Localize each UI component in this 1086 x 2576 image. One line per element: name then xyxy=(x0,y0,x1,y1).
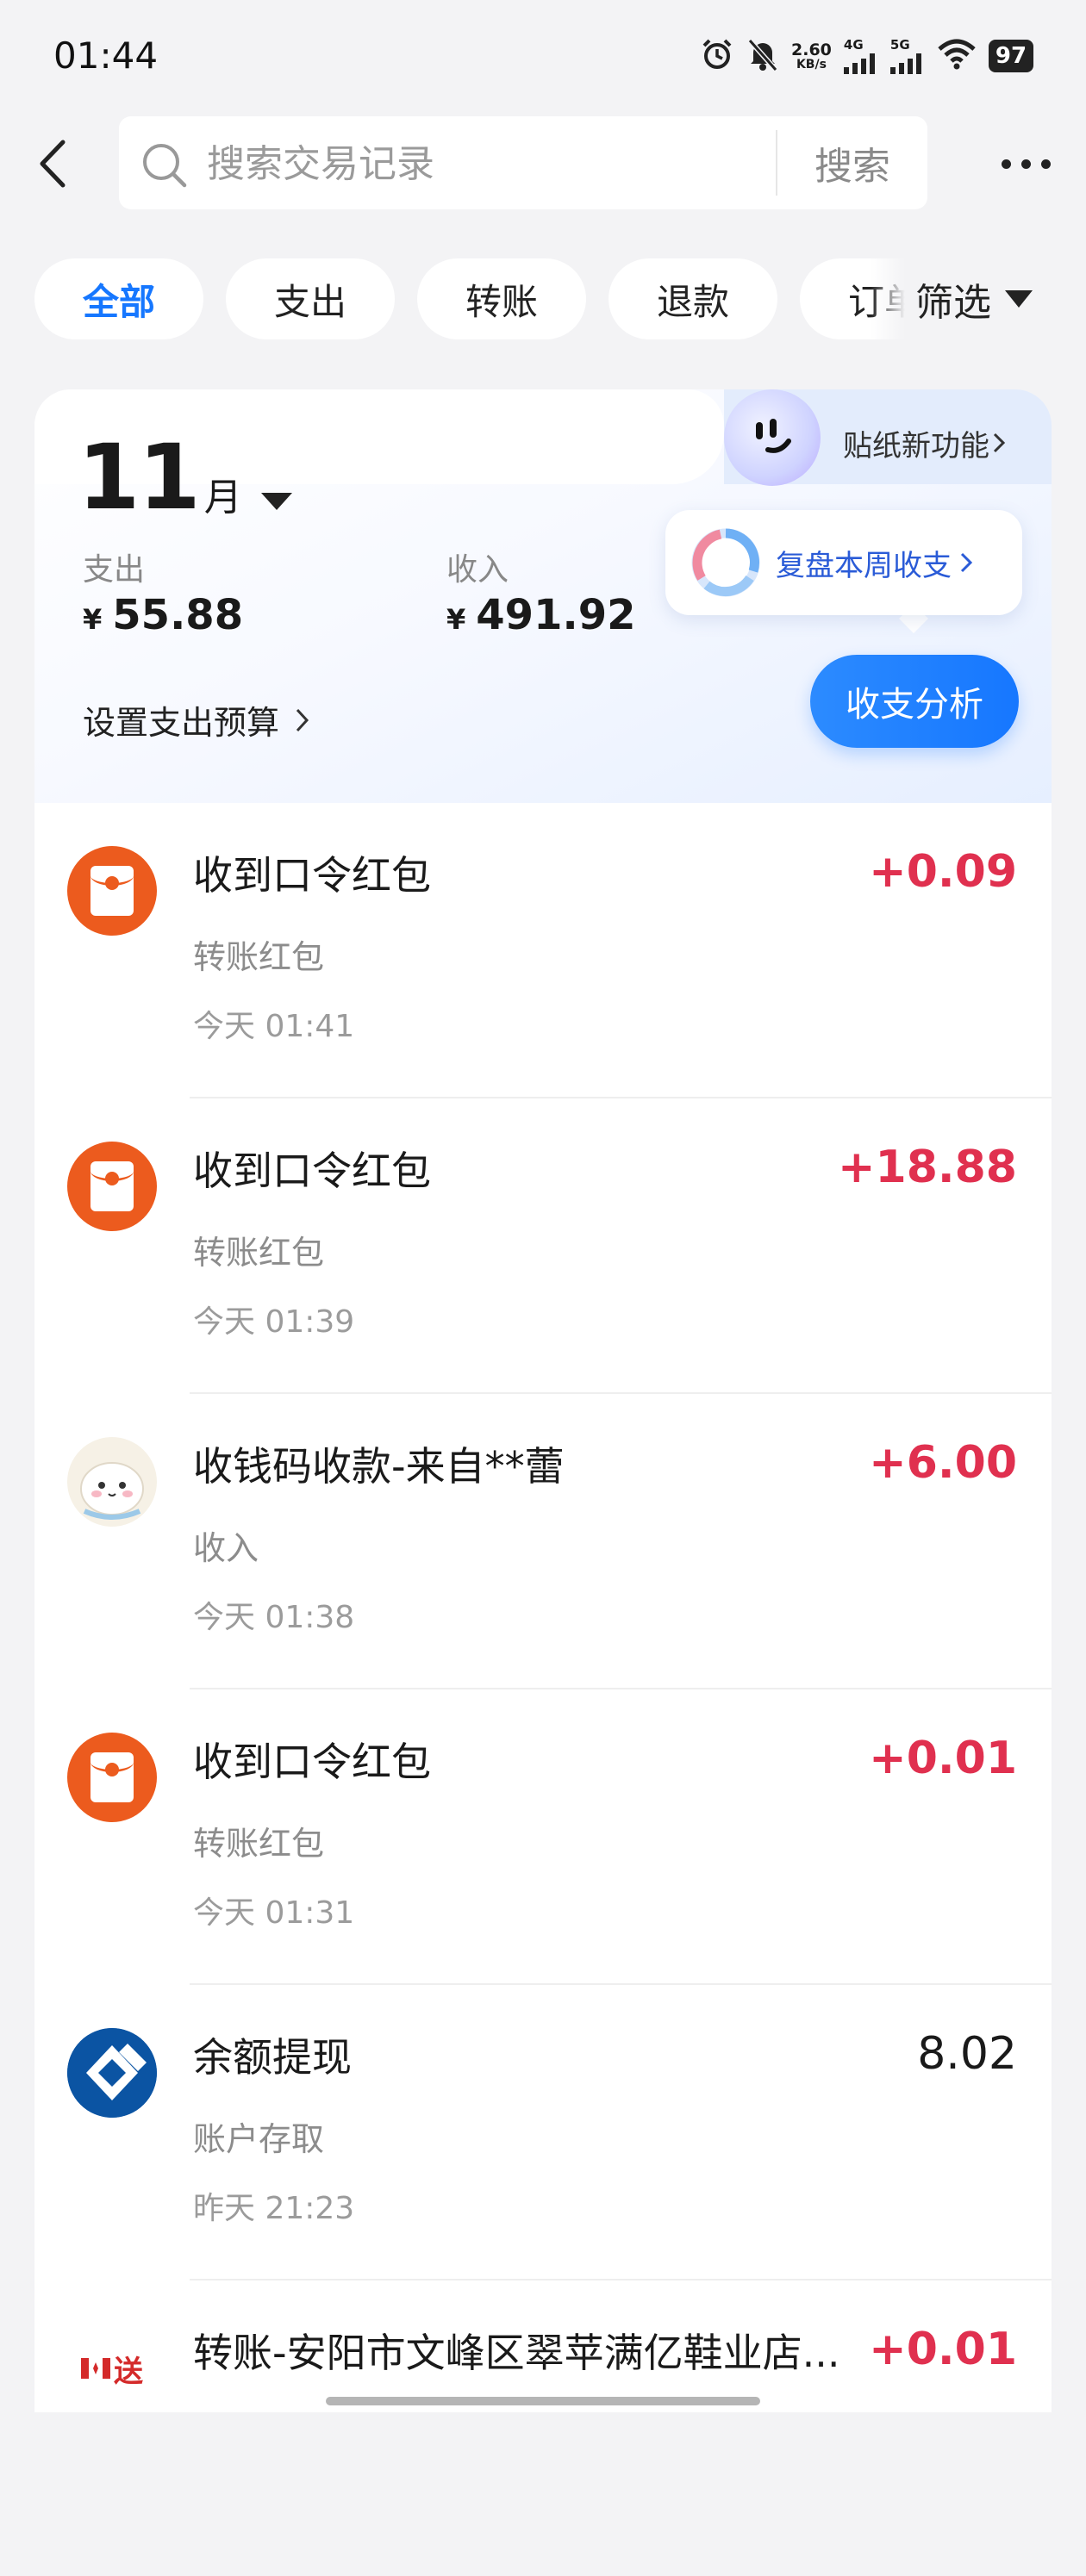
chevron-right-icon xyxy=(960,552,973,573)
more-options-button[interactable] xyxy=(991,138,1060,190)
transaction-category: 转账红包 xyxy=(193,1825,325,1863)
transaction-item[interactable]: 收钱码收款-来自**蕾 收入 今天 01:38 +6.00 xyxy=(34,1394,1052,1689)
search-input[interactable] xyxy=(205,137,726,190)
back-arrow-icon xyxy=(40,140,66,188)
review-text: 复盘本周收支 xyxy=(776,542,974,584)
mute-bell-icon xyxy=(746,37,779,75)
merchant-badge: 送 xyxy=(81,2348,143,2390)
transaction-time: 今天 01:31 xyxy=(193,1895,355,1931)
set-budget-link[interactable]: 设置支出预算 xyxy=(83,696,312,744)
transaction-category: 收入 xyxy=(193,1529,259,1567)
month-selector[interactable]: 11 月 xyxy=(78,432,292,522)
transaction-title: 转账-安阳市文峰区翠苹满亿鞋业店... xyxy=(193,2330,840,2376)
transaction-category: 转账红包 xyxy=(193,938,325,976)
signal-4g-icon: 4G xyxy=(843,38,878,74)
tab-refund[interactable]: 退款 xyxy=(609,258,777,339)
wifi-icon xyxy=(937,39,977,73)
sticker-label: 贴纸新功能 xyxy=(843,428,989,464)
transaction-list: 收到口令红包 转账红包 今天 01:41 +0.09 收到口令红包 转账红包 今… xyxy=(34,803,1052,2412)
weekly-review-bubble[interactable]: 复盘本周收支 xyxy=(665,510,1022,615)
transaction-category: 账户存取 xyxy=(193,2120,325,2158)
caret-down-icon xyxy=(260,493,292,510)
budget-label: 设置支出预算 xyxy=(83,704,280,742)
transaction-item[interactable]: 送 转账-安阳市文峰区翠苹满亿鞋业店... +0.01 xyxy=(34,2280,1052,2576)
tab-all[interactable]: 全部 xyxy=(34,258,203,339)
alarm-icon xyxy=(700,37,734,75)
transaction-title: 余额提现 xyxy=(193,2034,352,2081)
red-packet-icon xyxy=(67,1733,157,1822)
transaction-title: 收到口令红包 xyxy=(193,1739,431,1785)
transaction-item[interactable]: 收到口令红包 转账红包 今天 01:39 +18.88 xyxy=(34,1098,1052,1394)
month-unit: 月 xyxy=(203,476,242,520)
transaction-amount: 8.02 xyxy=(917,2028,1017,2080)
income-amount: ¥491.92 xyxy=(446,591,636,639)
red-packet-icon xyxy=(67,1142,157,1231)
transaction-time: 今天 01:38 xyxy=(193,1600,355,1635)
status-bar: 01:44 2.60 KB/s 4G 5G 97 xyxy=(0,0,1086,112)
bank-icon xyxy=(67,2028,157,2118)
tab-transfer[interactable]: 转账 xyxy=(417,258,586,339)
income-label: 收入 xyxy=(446,552,509,588)
transaction-amount: +0.01 xyxy=(869,2324,1017,2375)
transaction-amount: +6.00 xyxy=(869,1437,1017,1489)
tab-expense[interactable]: 支出 xyxy=(226,258,395,339)
sticker-face-icon[interactable] xyxy=(724,389,821,486)
transaction-title: 收到口令红包 xyxy=(193,852,431,899)
search-icon xyxy=(140,140,190,194)
chevron-right-icon xyxy=(993,432,1006,453)
transaction-item[interactable]: 余额提现 账户存取 昨天 21:23 8.02 xyxy=(34,1985,1052,2280)
chevron-right-icon xyxy=(296,708,309,731)
transaction-item[interactable]: 收到口令红包 转账红包 今天 01:41 +0.09 xyxy=(34,803,1052,1098)
month-number: 11 xyxy=(78,425,201,530)
transaction-category: 转账红包 xyxy=(193,1234,325,1272)
caret-down-icon xyxy=(1005,290,1033,308)
filter-label: 筛选 xyxy=(915,281,991,325)
signal-5g-icon: 5G xyxy=(889,38,925,74)
review-label: 复盘本周收支 xyxy=(776,548,952,583)
income-expense-analysis-button[interactable]: 收支分析 xyxy=(810,655,1019,748)
status-time: 01:44 xyxy=(53,34,159,77)
search-button[interactable]: 搜索 xyxy=(777,116,927,209)
battery-indicator: 97 xyxy=(988,40,1034,72)
transaction-amount: +18.88 xyxy=(837,1142,1017,1193)
search-bar: 搜索 xyxy=(119,116,927,209)
merchant-icon: 送 xyxy=(67,2324,157,2413)
red-packet-icon xyxy=(67,846,157,936)
transaction-time: 昨天 21:23 xyxy=(193,2191,355,2226)
sticker-feature-link[interactable]: 贴纸新功能 xyxy=(843,408,1008,477)
transaction-amount: +0.01 xyxy=(869,1733,1017,1784)
status-icons: 2.60 KB/s 4G 5G 97 xyxy=(700,34,1034,78)
transaction-title: 收到口令红包 xyxy=(193,1148,431,1194)
transaction-item[interactable]: 收到口令红包 转账红包 今天 01:31 +0.01 xyxy=(34,1689,1052,1985)
filter-tabs: 全部 支出 转账 退款 订单 筛选 xyxy=(0,258,1086,341)
back-button[interactable] xyxy=(24,129,79,198)
transaction-time: 今天 01:39 xyxy=(193,1304,355,1340)
user-avatar-icon xyxy=(67,1437,157,1527)
summary-card: 贴纸新功能 11 月 支出 ¥55.88 收入 ¥491.92 设置支出预算 复… xyxy=(34,389,1052,803)
home-indicator xyxy=(326,2397,760,2405)
filter-button[interactable]: 筛选 xyxy=(915,258,1034,339)
transaction-title: 收钱码收款-来自**蕾 xyxy=(193,1443,565,1490)
expense-label: 支出 xyxy=(83,552,146,588)
expense-amount: ¥55.88 xyxy=(83,591,244,639)
net-speed: 2.60 KB/s xyxy=(791,40,832,72)
transaction-time: 今天 01:41 xyxy=(193,1009,355,1044)
transaction-amount: +0.09 xyxy=(869,846,1017,898)
donut-chart-icon xyxy=(691,528,760,597)
